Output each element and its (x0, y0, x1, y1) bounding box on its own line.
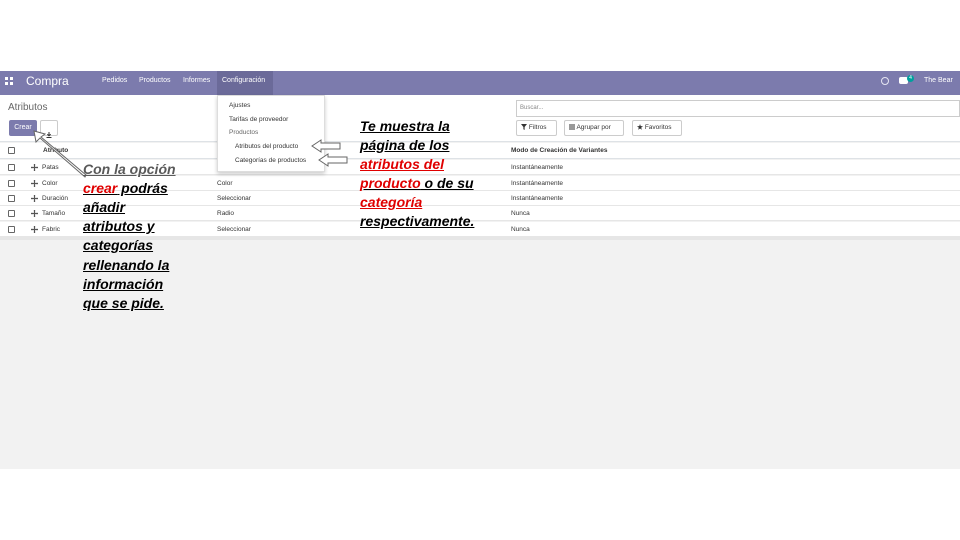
annotation-line: producto o de su (360, 174, 474, 193)
slide: Compra Pedidos Productos Informes Config… (0, 0, 960, 540)
annotation-text: o de su (420, 175, 474, 191)
annotation-line: que se pide. (83, 295, 164, 311)
annotation-line: Con la opción (83, 161, 176, 177)
annotation-line: categorías (83, 237, 154, 253)
annotation-line: respectivamente. (360, 213, 475, 229)
annotation-highlight: crear (83, 180, 118, 196)
annotation-line: página de los (360, 137, 450, 153)
annotation-line: Te muestra la (360, 118, 450, 134)
arrow-to-create-icon (33, 130, 87, 178)
arrow-to-attributes-icon (311, 139, 341, 153)
annotation-line: crear podrás (83, 179, 168, 198)
annotation-line: categoría (360, 194, 423, 210)
annotation-line: atributos del (360, 156, 445, 172)
annotation-highlight: producto (360, 175, 421, 191)
annotation-line: atributos y (83, 218, 155, 234)
annotation-line: añadir (83, 199, 126, 215)
annotation-text: podrás (117, 180, 168, 196)
arrow-to-categories-icon (318, 153, 348, 167)
annotation-line: información (83, 276, 164, 292)
annotation-line: rellenando la (83, 257, 170, 273)
